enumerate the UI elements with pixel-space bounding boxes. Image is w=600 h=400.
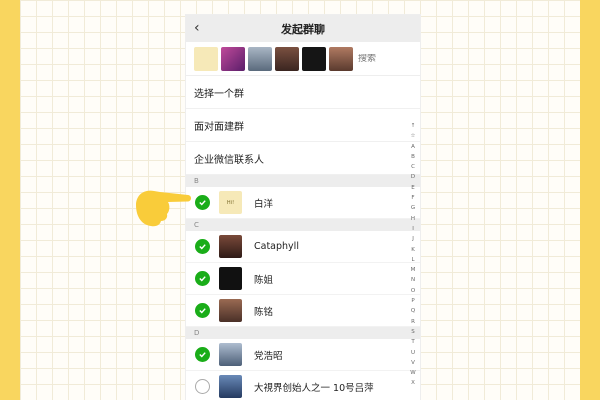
contact-row[interactable]: 党浩昭 <box>186 339 420 371</box>
selected-avatar-woman-2[interactable] <box>329 46 353 71</box>
contact-row[interactable]: Hi! 白洋 <box>186 187 420 219</box>
contact-name: 大視界创始人之一 10号吕萍 <box>254 382 374 394</box>
alphabet-index-letter[interactable]: Q <box>411 306 415 316</box>
alphabet-index-letter[interactable]: P <box>411 296 414 306</box>
select-group-item[interactable]: 选择一个群 <box>186 76 420 109</box>
contact-name: Cataphyll <box>254 241 299 252</box>
avatar <box>219 375 242 398</box>
alphabet-index-letter[interactable]: C <box>411 162 415 172</box>
alphabet-index[interactable]: ↑ ☆ A B C D E F G H I J K L M N O P Q R S T U V W X <box>408 121 418 389</box>
title-bar: ‹ 发起群聊 <box>186 15 420 42</box>
alphabet-index-letter[interactable]: S <box>411 327 415 337</box>
alphabet-index-letter[interactable]: G <box>411 203 415 213</box>
checked-icon[interactable] <box>195 195 210 210</box>
alphabet-index-letter[interactable]: F <box>411 193 414 203</box>
alphabet-index-letter[interactable]: H <box>411 214 415 224</box>
contact-row[interactable]: 大視界创始人之一 10号吕萍 <box>186 371 420 400</box>
alphabet-index-letter[interactable]: X <box>411 378 415 388</box>
avatar <box>219 235 242 258</box>
selected-avatar-tower[interactable] <box>248 46 272 71</box>
alphabet-index-letter[interactable]: L <box>411 255 414 265</box>
selected-avatar-baiyang[interactable] <box>194 46 218 71</box>
alphabet-index-letter[interactable]: I <box>412 224 414 234</box>
checked-icon[interactable] <box>195 303 210 318</box>
contact-name: 陈铭 <box>254 306 274 318</box>
pointing-hand-icon <box>136 190 191 227</box>
face-to-face-group-item[interactable]: 面对面建群 <box>186 109 420 142</box>
page-title: 发起群聊 <box>281 22 325 36</box>
alphabet-index-letter[interactable]: U <box>411 348 415 358</box>
right-yellow-border <box>580 0 600 400</box>
contact-row[interactable]: 陈姐 <box>186 263 420 295</box>
avatar: Hi! <box>219 191 242 214</box>
search-input[interactable] <box>358 53 403 64</box>
alphabet-index-letter[interactable]: N <box>411 275 415 285</box>
contact-name: 白洋 <box>254 198 274 210</box>
alphabet-index-letter[interactable]: A <box>411 142 415 152</box>
alphabet-index-letter[interactable]: ↑ <box>411 121 416 131</box>
section-header-b: B <box>186 175 420 187</box>
contact-row[interactable]: Cataphyll <box>186 231 420 263</box>
alphabet-index-letter[interactable]: R <box>411 317 415 327</box>
section-header-d: D <box>186 327 420 339</box>
checked-icon[interactable] <box>195 271 210 286</box>
alphabet-index-letter[interactable]: K <box>411 245 415 255</box>
contact-name: 陈姐 <box>254 274 274 286</box>
selected-avatar-flowers[interactable] <box>221 46 245 71</box>
avatar <box>219 299 242 322</box>
alphabet-index-letter[interactable]: ☆ <box>411 131 416 141</box>
phone-screen: ‹ 发起群聊 选择一个群 面对面建群 企业微信联系人 B Hi! 白洋 C Ca… <box>186 15 420 400</box>
selected-avatar-dark[interactable] <box>302 46 326 71</box>
contact-row[interactable]: 陈铭 <box>186 295 420 327</box>
alphabet-index-letter[interactable]: T <box>411 337 414 347</box>
checked-icon[interactable] <box>195 347 210 362</box>
alphabet-index-letter[interactable]: V <box>411 358 415 368</box>
chevron-left-icon[interactable]: ‹ <box>194 20 200 36</box>
enterprise-contacts-item[interactable]: 企业微信联系人 <box>186 142 420 175</box>
unchecked-icon[interactable] <box>195 379 210 394</box>
alphabet-index-letter[interactable]: W <box>410 368 415 378</box>
alphabet-index-letter[interactable]: J <box>412 234 414 244</box>
selected-members-bar <box>186 42 420 76</box>
left-yellow-border <box>0 0 20 400</box>
selected-avatar-woman-1[interactable] <box>275 46 299 71</box>
avatar <box>219 267 242 290</box>
alphabet-index-letter[interactable]: M <box>411 265 416 275</box>
alphabet-index-letter[interactable]: D <box>411 172 415 182</box>
contact-name: 党浩昭 <box>254 350 283 362</box>
alphabet-index-letter[interactable]: O <box>411 286 415 296</box>
avatar-text: Hi! <box>226 199 235 206</box>
alphabet-index-letter[interactable]: E <box>411 183 414 193</box>
section-header-c: C <box>186 219 420 231</box>
checked-icon[interactable] <box>195 239 210 254</box>
alphabet-index-letter[interactable]: B <box>411 152 415 162</box>
avatar <box>219 343 242 366</box>
